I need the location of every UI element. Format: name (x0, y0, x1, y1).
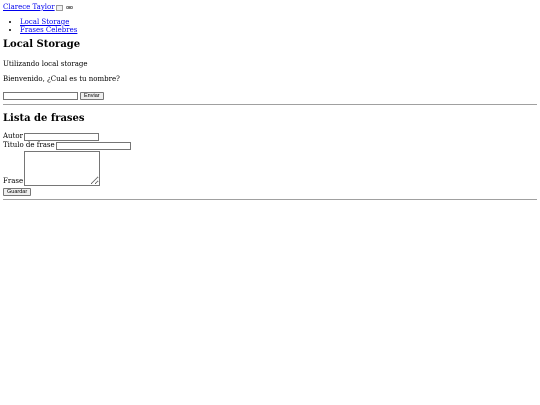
page-subtitle: Utilizando local storage (3, 60, 88, 68)
nav-link-frases-celebres[interactable]: Frases Celebres (20, 26, 77, 34)
section-title: Lista de frases (3, 113, 85, 124)
phrase-row: Frase (3, 151, 537, 186)
phrase-title-label: Titulo de frase (3, 141, 55, 149)
submit-button[interactable]: Enviar (80, 91, 104, 100)
author-row: Autor (3, 132, 537, 141)
menu-toggle-button[interactable] (65, 6, 73, 9)
nav-item-frases-celebres: Frases Celebres (20, 26, 537, 34)
divider-bottom (3, 199, 537, 200)
name-input[interactable] (3, 91, 78, 100)
phrase-label: Frase (3, 177, 24, 185)
phrase-title-row: Titulo de frase (3, 141, 537, 150)
brand-link[interactable]: Clarece Taylor (3, 3, 55, 12)
save-row: Guardar (3, 187, 537, 196)
page-title: Local Storage (3, 39, 81, 50)
author-input[interactable] (23, 132, 99, 141)
greeting-text: Bienvenido, ¿Cual es tu nombre? (3, 75, 120, 83)
phrase-title-input[interactable] (55, 141, 131, 150)
nav-item-local-storage: Local Storage (20, 18, 537, 26)
navbar: Clarece Taylor (3, 3, 537, 12)
save-button[interactable]: Guardar (3, 187, 32, 196)
divider (3, 104, 537, 105)
author-label: Autor (3, 132, 23, 140)
nav-list: Local Storage Frases Celebres (3, 18, 537, 34)
name-form: Enviar (3, 91, 537, 100)
hamburger-icon (67, 7, 71, 8)
page: Clarece Taylor Local Storage Frases Cele… (0, 0, 540, 200)
broken-image-icon (55, 4, 63, 11)
phrase-form: Autor Titulo de frase Frase Guardar (3, 132, 537, 196)
nav-link-local-storage[interactable]: Local Storage (20, 18, 69, 26)
phrase-textarea[interactable] (24, 151, 101, 186)
